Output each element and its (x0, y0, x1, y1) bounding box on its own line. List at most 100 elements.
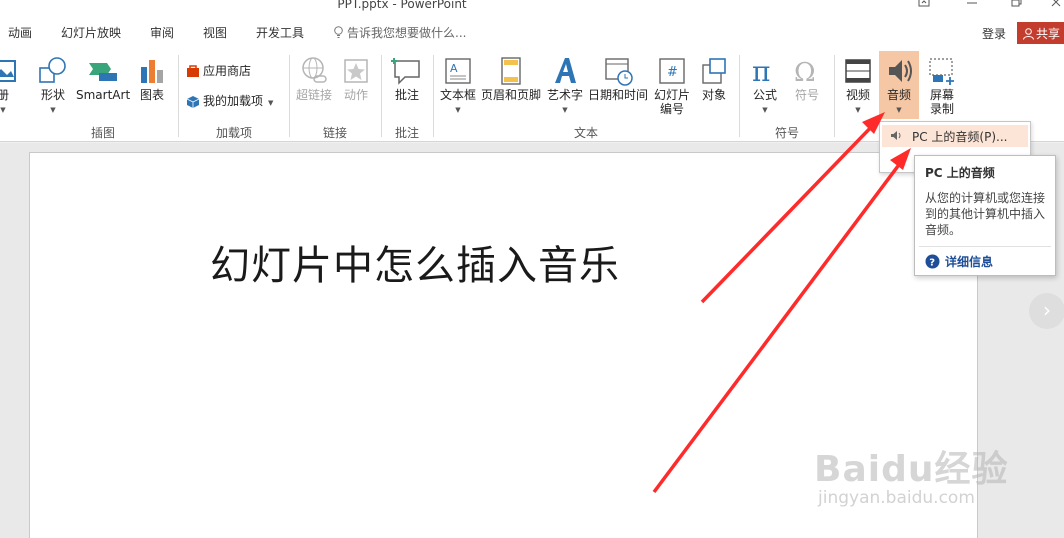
photo-album-label: 册 (0, 88, 9, 102)
shapes-icon (39, 57, 66, 83)
screen-recording-label-line1: 屏幕 (929, 88, 954, 102)
menu-item-audio-on-pc-label: PC 上的音频(P)... (912, 130, 1008, 144)
symbol-button[interactable]: Ω 符号 (787, 51, 827, 119)
tooltip-title: PC 上的音频 (925, 166, 995, 180)
comment-button[interactable]: 批注 (388, 51, 426, 119)
group-symbols-label: 符号 (774, 126, 799, 140)
bar-chart-icon (141, 60, 163, 83)
tooltip-divider (919, 246, 1051, 247)
group-comments-label: 批注 (394, 126, 419, 140)
slide-number-button[interactable]: # 幻灯片 编号 (651, 51, 693, 119)
header-footer-button[interactable]: 页眉和页脚 (480, 51, 542, 119)
audio-label: 音频 (886, 88, 911, 102)
shapes-button[interactable]: 形状 ▼ (35, 51, 71, 119)
wordart-button[interactable]: 艺术字 ▼ (545, 51, 585, 119)
tooltip-description: 从您的计算机或您连接到的其他计算机中插入音频。 (925, 191, 1046, 237)
group-separator (834, 55, 835, 137)
pi-icon: π (752, 55, 770, 87)
powerpoint-window: PPT.pptx - PowerPoint 动画 幻灯片放映 审阅 视图 开发工… (0, 0, 1064, 538)
group-text-label: 文本 (573, 126, 598, 140)
action-star-icon (344, 59, 368, 83)
person-icon (1023, 28, 1034, 40)
slide-number-icon: # (659, 58, 685, 84)
datetime-button[interactable]: 日期和时间 (587, 51, 649, 119)
slide-number-label-line1: 幻灯片 (653, 88, 690, 102)
ribbon-display-options-icon[interactable] (918, 0, 930, 10)
store-button[interactable]: 应用商店 (186, 62, 251, 79)
svg-text:π: π (752, 55, 770, 87)
hyperlink-icon (302, 57, 327, 83)
calendar-icon (605, 58, 633, 86)
audio-tooltip: PC 上的音频 从您的计算机或您连接到的其他计算机中插入音频。 ? 详细信息 (914, 155, 1056, 276)
tooltip-more-info-link[interactable]: ? 详细信息 (925, 253, 993, 270)
video-label: 视频 (845, 88, 870, 102)
login-link[interactable]: 登录 (982, 25, 1006, 42)
my-addins-label: 我的加载项 (203, 94, 264, 108)
object-label: 对象 (701, 88, 726, 102)
datetime-label: 日期和时间 (587, 88, 648, 102)
smartart-button[interactable]: SmartArt (76, 51, 130, 119)
svg-text:?: ? (929, 258, 935, 269)
textbox-button[interactable]: A 文本框 ▼ (438, 51, 478, 119)
smartart-icon (89, 63, 117, 81)
chevron-down-icon: ▼ (50, 106, 56, 114)
slide-title-text[interactable]: 幻灯片中怎么插入音乐 (210, 233, 620, 291)
textbox-label: 文本框 (439, 88, 476, 102)
object-button[interactable]: 对象 (696, 51, 732, 119)
group-separator (178, 55, 179, 137)
minimize-icon[interactable] (966, 0, 978, 10)
header-footer-label: 页眉和页脚 (480, 88, 541, 102)
share-button[interactable]: 共享 (1017, 22, 1064, 44)
tab-review[interactable]: 审阅 (150, 24, 174, 41)
hyperlink-label: 超链接 (295, 88, 332, 102)
tab-slideshow[interactable]: 幻灯片放映 (61, 24, 121, 41)
store-label: 应用商店 (203, 64, 252, 78)
tab-developer[interactable]: 开发工具 (256, 24, 304, 41)
screen-recording-label-line2: 录制 (929, 102, 954, 116)
screen-recording-button[interactable]: 屏幕 录制 (922, 51, 962, 119)
tab-animations[interactable]: 动画 (8, 24, 32, 41)
close-icon[interactable] (1050, 0, 1062, 10)
group-addins-label: 加载项 (215, 126, 252, 140)
group-separator (289, 55, 290, 137)
comment-icon (391, 58, 420, 85)
symbol-label: 符号 (794, 88, 819, 102)
comment-label: 批注 (394, 88, 419, 102)
group-separator (739, 55, 740, 137)
my-addins-button[interactable]: 我的加载项 ▼ (186, 92, 273, 109)
restore-icon[interactable] (1011, 0, 1023, 10)
chevron-down-icon: ▼ (896, 106, 902, 114)
help-icon: ? (925, 254, 940, 269)
chevron-down-icon: ▼ (0, 106, 6, 114)
my-addins-icon (186, 96, 200, 108)
tab-view[interactable]: 视图 (203, 24, 227, 41)
action-label: 动作 (343, 88, 368, 102)
audio-button[interactable]: 音频 ▼ (879, 51, 919, 119)
chevron-down-icon: ▼ (762, 106, 768, 114)
photo-album-icon (0, 60, 16, 82)
equation-button[interactable]: π 公式 ▼ (745, 51, 785, 119)
photo-album-button[interactable]: 册 ▼ (0, 51, 20, 119)
group-links-label: 链接 (322, 126, 347, 140)
group-separator (381, 55, 382, 137)
tell-me-box[interactable]: 告诉我您想要做什么... (333, 24, 466, 41)
lightbulb-icon (334, 26, 343, 38)
chevron-down-icon: ▼ (455, 106, 461, 114)
svg-text:#: # (667, 65, 678, 80)
chart-button[interactable]: 图表 (135, 51, 169, 119)
chevron-down-icon: ▼ (562, 106, 568, 114)
equation-label: 公式 (752, 88, 777, 102)
action-button[interactable]: 动作 (338, 51, 374, 119)
slide-number-label: 幻灯片 编号 (651, 88, 693, 116)
group-separator (433, 55, 434, 137)
video-button[interactable]: 视频 ▼ (839, 51, 877, 119)
smartart-label: SmartArt (76, 88, 131, 102)
menu-item-audio-on-pc[interactable]: PC 上的音频(P)... (882, 125, 1028, 147)
next-slide-button[interactable]: › (1029, 293, 1064, 329)
share-label: 共享 (1036, 27, 1061, 41)
speaker-icon (891, 131, 901, 140)
tell-me-placeholder: 告诉我您想要做什么... (347, 26, 467, 40)
hyperlink-button[interactable]: 超链接 (293, 51, 335, 119)
baidu-watermark: Baidu经验 jingyan.baidu.com (814, 440, 1014, 515)
chart-label: 图表 (139, 88, 164, 102)
